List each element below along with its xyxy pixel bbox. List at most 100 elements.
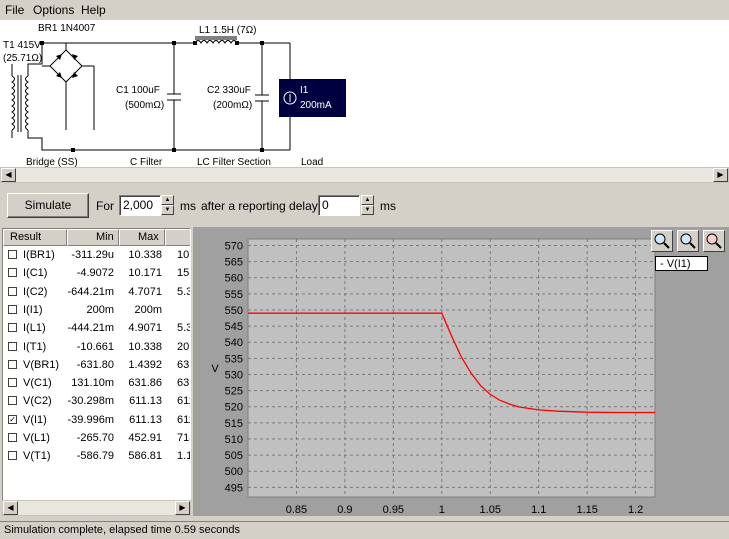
row-max: 10.171 [128,267,162,280]
row-checkbox[interactable] [8,323,17,333]
row-name: I(L1) [23,322,46,335]
row-name: V(C1) [23,377,52,390]
simulate-button[interactable]: Simulate [7,193,89,218]
y-tick-label: 510 [225,434,243,446]
column-min[interactable]: Min [67,229,119,246]
row-min: -631.80 [76,358,114,371]
row-min: -39.996m [67,413,114,426]
row-extra: 611 [177,395,190,408]
row-extra: 10. [177,249,191,261]
menu-options[interactable]: Options [33,3,74,17]
row-checkbox[interactable] [8,268,17,278]
delay-input[interactable]: 0 [318,195,360,216]
table-row[interactable]: ✓ V(I1) -39.996m 611.13 611 [3,411,190,429]
row-max: 200m [134,303,162,316]
y-tick-label: 570 [225,240,243,252]
row-checkbox[interactable] [8,378,17,388]
scroll-right-icon[interactable]: ▶ [175,501,190,515]
table-row[interactable]: I(L1) -444.21m 4.9071 5.3 [3,319,191,337]
spin-down-icon[interactable]: ▼ [161,205,174,215]
scroll-left-icon[interactable]: ◀ [3,501,18,515]
duration-spinner[interactable]: ▲ ▼ [161,195,174,215]
row-min: -265.70 [76,432,114,444]
menu-help[interactable]: Help [81,3,106,17]
column-max[interactable]: Max [119,229,165,246]
row-min: -4.9072 [76,267,114,280]
row-checkbox[interactable]: ✓ [8,414,17,424]
y-tick-label: 515 [225,418,243,430]
row-name: V(I1) [23,413,47,426]
row-checkbox[interactable] [8,396,17,406]
results-scrollbar[interactable]: ◀ ▶ [2,500,191,516]
y-tick-label: 545 [225,321,243,333]
x-tick-label: 0.85 [286,504,307,516]
scroll-right-icon[interactable]: ▶ [713,168,728,182]
voltage-chart: 0.85 0.9 0.95 1 1.05 1.1 1.15 1.2 495 500 505 510 51… [211,238,656,516]
table-row[interactable]: I(I1) 200m 200m [3,301,190,319]
row-name: I(BR1) [23,249,55,261]
br1-label: BR1 1N4007 [38,23,96,34]
row-extra: 611 [177,413,190,426]
row-checkbox[interactable] [8,250,17,259]
row-name: V(C2) [23,395,52,408]
table-row[interactable]: I(C1) -4.9072 10.171 15. [3,264,191,282]
table-row[interactable]: V(L1) -265.70 452.91 718 [3,429,190,447]
row-extra: 15. [177,267,191,280]
row-name: I(I1) [23,303,43,316]
row-max: 611.13 [129,413,162,426]
table-row[interactable]: V(T1) -586.79 586.81 1.17 [3,447,190,465]
row-max: 611.13 [129,395,162,408]
ms-label-duration: ms [180,199,196,213]
row-max: 4.9071 [128,322,162,335]
spin-down-icon[interactable]: ▼ [361,205,374,215]
row-max: 586.81 [128,450,162,463]
table-row[interactable]: I(BR1) -311.29u 10.338 10. [3,246,191,264]
row-extra: 63 [177,358,190,371]
results-table: Result Min Max I(BR1) -311.29u 10.338 10. I(… [2,228,191,516]
table-row[interactable]: I(T1) -10.661 10.338 20. [3,338,191,356]
delay-spinner[interactable]: ▲ ▼ [361,195,374,215]
schematic-panel: BR1 1N4007 T1 415V (25.71Ω) L1 1.5H (7Ω)… [0,20,729,171]
t1-label: T1 415V [3,40,41,51]
row-extra: 20. [177,340,191,353]
spin-up-icon[interactable]: ▲ [161,195,174,205]
row-checkbox[interactable] [8,433,17,442]
spin-up-icon[interactable]: ▲ [361,195,374,205]
row-max: 10.338 [128,340,162,353]
zoom-in-icon[interactable] [651,230,673,252]
x-tick-label: 1.2 [628,504,643,516]
table-row[interactable]: V(C1) 131.10m 631.86 63 [3,374,190,392]
y-tick-label: 520 [225,402,243,414]
c2-resistance: (200mΩ) [213,100,253,111]
row-min: 200m [86,303,114,316]
circuit-diagram [11,36,346,152]
x-tick-label: 1.1 [531,504,546,516]
c2-label: C2 330uF [207,85,251,96]
row-extra: 5.3 [177,322,191,335]
scroll-left-icon[interactable]: ◀ [1,168,16,182]
ms-label-delay: ms [380,199,396,213]
row-max: 10.338 [128,249,162,261]
row-max: 631.86 [128,377,162,390]
table-row[interactable]: V(C2) -30.298m 611.13 611 [3,392,190,410]
y-tick-label: 495 [225,482,243,494]
row-name: I(C2) [23,285,48,298]
row-min: -311.29u [71,249,114,261]
row-checkbox[interactable] [8,341,17,351]
menu-file[interactable]: File [5,3,24,17]
row-min: -10.661 [76,340,114,353]
zoom-fit-icon[interactable] [703,230,725,252]
y-axis-label: V [211,363,219,375]
row-checkbox[interactable] [8,451,17,461]
row-checkbox[interactable] [8,286,17,296]
duration-input[interactable]: 2,000 [119,195,161,216]
schematic-scrollbar[interactable]: ◀ ▶ [0,167,729,183]
row-extra: 63 [177,377,190,390]
y-tick-label: 550 [225,305,243,317]
table-row[interactable]: I(C2) -644.21m 4.7071 5.3 [3,283,190,301]
column-result[interactable]: Result [3,229,67,246]
row-checkbox[interactable] [8,304,17,314]
row-checkbox[interactable] [8,359,17,369]
table-row[interactable]: V(BR1) -631.80 1.4392 63 [3,356,190,374]
zoom-out-icon[interactable] [677,230,699,252]
